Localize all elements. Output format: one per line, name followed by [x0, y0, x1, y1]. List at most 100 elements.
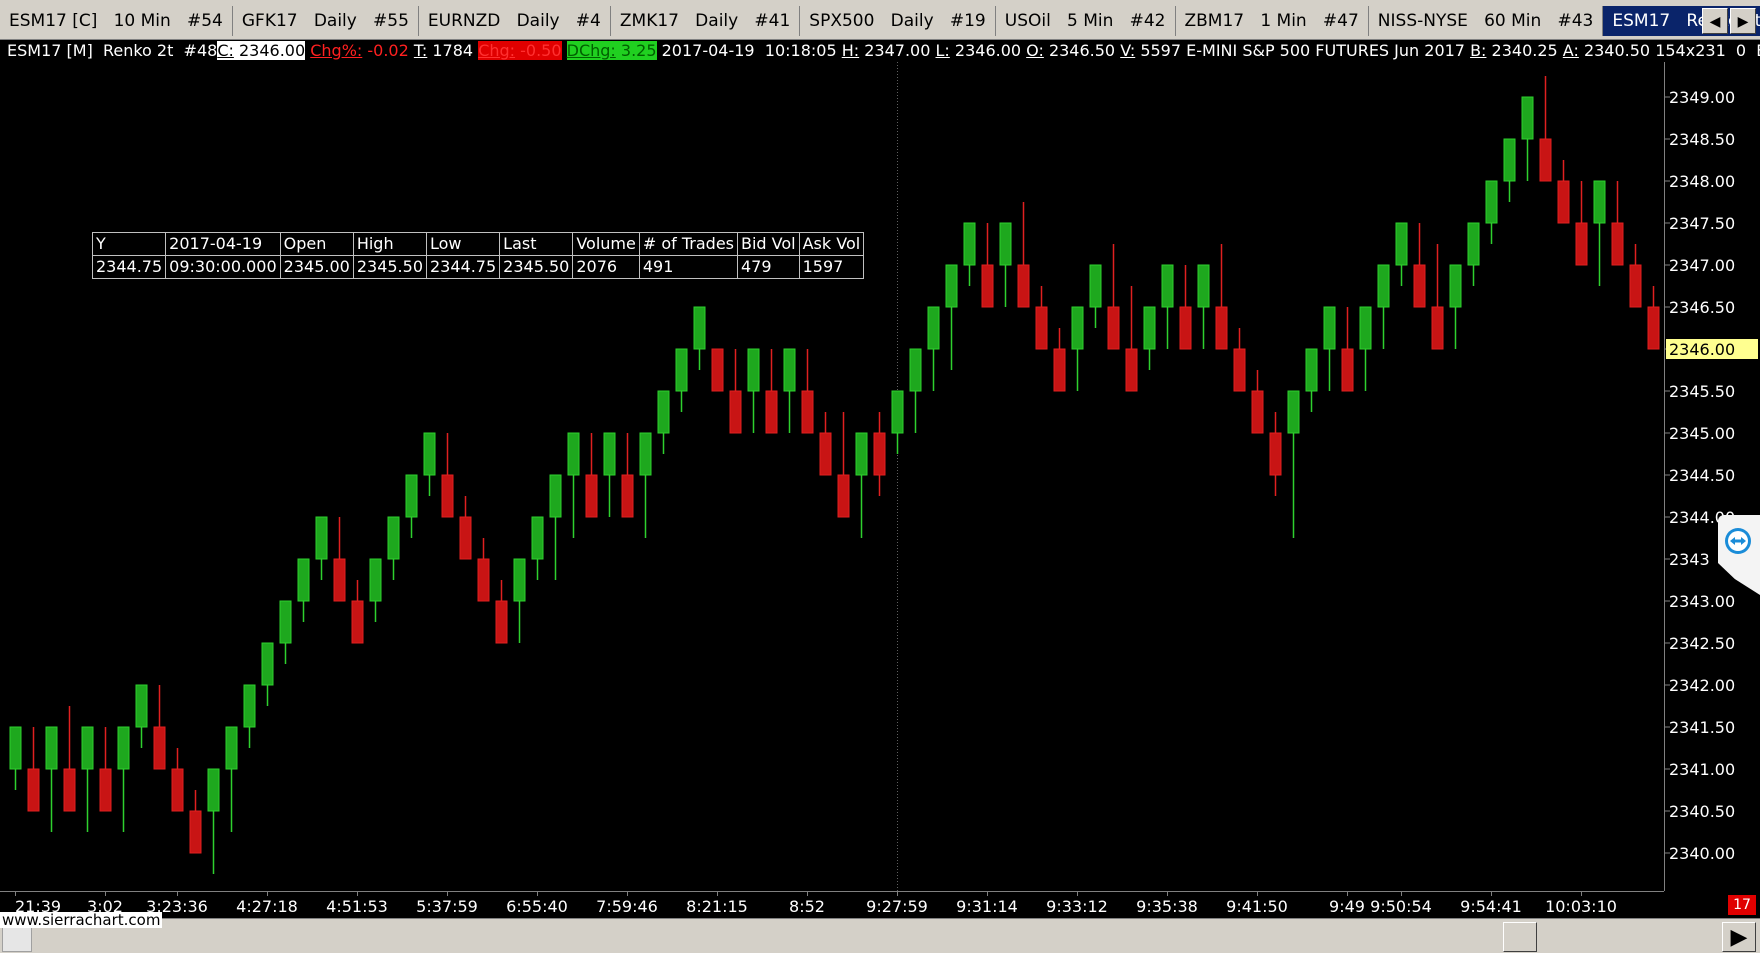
candle-body-down[interactable]: [1341, 348, 1354, 392]
candle-body-down[interactable]: [621, 474, 634, 518]
candle-body-up[interactable]: [891, 390, 904, 434]
candle-body-up[interactable]: [693, 306, 706, 350]
candle-body-up[interactable]: [567, 432, 580, 476]
candle-body-down[interactable]: [765, 390, 778, 434]
tab-6[interactable]: ZBM17 1 Min #47: [1176, 6, 1369, 36]
candle-body-down[interactable]: [1251, 390, 1264, 434]
candle-body-up[interactable]: [9, 726, 22, 770]
tab-4[interactable]: SPX500 Daily #19: [800, 6, 996, 36]
candle-body-up[interactable]: [1395, 222, 1408, 266]
candle-body-up[interactable]: [279, 600, 292, 644]
candle-body-down[interactable]: [1629, 264, 1642, 308]
candle-body-down[interactable]: [1179, 306, 1192, 350]
candle-body-down[interactable]: [1233, 348, 1246, 392]
candle-body-up[interactable]: [1071, 306, 1084, 350]
candle-body-up[interactable]: [423, 432, 436, 476]
candle-body-up[interactable]: [1593, 180, 1606, 224]
candle-body-down[interactable]: [837, 474, 850, 518]
candle-body-down[interactable]: [873, 432, 886, 476]
price-chart[interactable]: 2340.00 2340.50 2341.00 2341.50 2342.00 2342.…: [0, 62, 1760, 918]
candle-body-up[interactable]: [369, 558, 382, 602]
candle-body-up[interactable]: [909, 348, 922, 392]
candle-body-up[interactable]: [783, 348, 796, 392]
candle-body-down[interactable]: [153, 726, 166, 770]
candle-body-up[interactable]: [927, 306, 940, 350]
candle-body-down[interactable]: [333, 558, 346, 602]
candle-body-up[interactable]: [657, 390, 670, 434]
candle-body-up[interactable]: [1377, 264, 1390, 308]
candle-body-up[interactable]: [207, 768, 220, 812]
candle-body-down[interactable]: [711, 348, 724, 392]
candle-body-up[interactable]: [747, 348, 760, 392]
candle-body-up[interactable]: [1305, 348, 1318, 392]
candle-body-down[interactable]: [1053, 348, 1066, 392]
candle-body-up[interactable]: [1143, 306, 1156, 350]
candle-body-down[interactable]: [1539, 138, 1552, 182]
candle-body-up[interactable]: [531, 516, 544, 560]
candle-body-up[interactable]: [1449, 264, 1462, 308]
candle-body-down[interactable]: [171, 768, 184, 812]
candle-body-up[interactable]: [1467, 222, 1480, 266]
candle-body-up[interactable]: [1521, 96, 1534, 140]
candle-body-up[interactable]: [225, 726, 238, 770]
candle-body-down[interactable]: [1107, 306, 1120, 350]
tab-1[interactable]: GFK17 Daily #55: [233, 6, 419, 36]
candle-body-down[interactable]: [1431, 306, 1444, 350]
candle-body-up[interactable]: [135, 684, 148, 728]
candle-body-up[interactable]: [1503, 138, 1516, 182]
tab-3[interactable]: ZMK17 Daily #41: [611, 6, 801, 36]
candle-body-up[interactable]: [675, 348, 688, 392]
candle-body-down[interactable]: [495, 600, 508, 644]
candle-body-up[interactable]: [1089, 264, 1102, 308]
candle-body-down[interactable]: [1125, 348, 1138, 392]
tab-5[interactable]: USOil 5 Min #42: [996, 6, 1176, 36]
candle-body-down[interactable]: [1215, 306, 1228, 350]
candle-body-up[interactable]: [549, 474, 562, 518]
candle-body-down[interactable]: [1035, 306, 1048, 350]
candle-body-down[interactable]: [585, 474, 598, 518]
candle-body-down[interactable]: [351, 600, 364, 644]
candle-body-up[interactable]: [1161, 264, 1174, 308]
candle-body-up[interactable]: [1197, 264, 1210, 308]
candle-body-up[interactable]: [405, 474, 418, 518]
tab-7[interactable]: NISS-NYSE 60 Min #43: [1369, 6, 1604, 36]
candle-body-up[interactable]: [117, 726, 130, 770]
candle-body-up[interactable]: [81, 726, 94, 770]
candle-body-up[interactable]: [315, 516, 328, 560]
tab-scroll-right-button[interactable]: ▶: [1730, 8, 1756, 34]
candle-body-down[interactable]: [981, 264, 994, 308]
candle-body-up[interactable]: [297, 558, 310, 602]
tab-0[interactable]: ESM17 [C] 10 Min #54: [0, 6, 233, 36]
candle-body-down[interactable]: [819, 432, 832, 476]
candle-body-up[interactable]: [513, 558, 526, 602]
candle-body-up[interactable]: [963, 222, 976, 266]
candle-body-up[interactable]: [387, 516, 400, 560]
candle-body-down[interactable]: [27, 768, 40, 812]
candle-body-up[interactable]: [855, 432, 868, 476]
candle-body-down[interactable]: [459, 516, 472, 560]
tab-2[interactable]: EURNZD Daily #4: [419, 6, 611, 36]
candle-body-up[interactable]: [639, 432, 652, 476]
candle-body-down[interactable]: [189, 810, 202, 854]
candle-body-down[interactable]: [1269, 432, 1282, 476]
candle-body-down[interactable]: [729, 390, 742, 434]
candle-body-up[interactable]: [603, 432, 616, 476]
candle-body-up[interactable]: [1359, 306, 1372, 350]
candle-body-down[interactable]: [63, 768, 76, 812]
tab-scroll-left-button[interactable]: ◀: [1702, 8, 1728, 34]
candle-body-up[interactable]: [945, 264, 958, 308]
candle-body-down[interactable]: [441, 474, 454, 518]
candle-body-down[interactable]: [99, 768, 112, 812]
candle-body-down[interactable]: [1557, 180, 1570, 224]
candle-body-down[interactable]: [801, 390, 814, 434]
candle-body-up[interactable]: [45, 726, 58, 770]
candle-body-up[interactable]: [243, 684, 256, 728]
candle-body-down[interactable]: [1647, 306, 1660, 350]
candle-body-up[interactable]: [1287, 390, 1300, 434]
candle-body-up[interactable]: [1323, 306, 1336, 350]
candle-body-down[interactable]: [477, 558, 490, 602]
candle-body-down[interactable]: [1611, 222, 1624, 266]
scroll-thumb[interactable]: [1503, 922, 1537, 952]
candle-body-up[interactable]: [999, 222, 1012, 266]
candle-body-up[interactable]: [1485, 180, 1498, 224]
